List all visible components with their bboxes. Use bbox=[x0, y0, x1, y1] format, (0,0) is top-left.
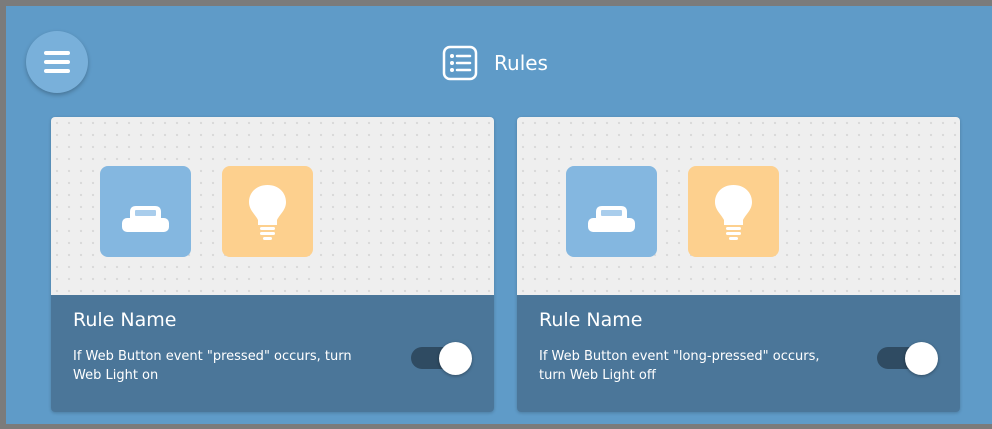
web-button-icon bbox=[122, 206, 169, 232]
action-tile bbox=[688, 166, 779, 257]
trigger-tile bbox=[100, 166, 191, 257]
action-tile bbox=[222, 166, 313, 257]
rule-enabled-toggle[interactable] bbox=[877, 342, 939, 375]
rule-card[interactable]: Rule Name If Web Button event "pressed" … bbox=[51, 117, 494, 412]
page-title: Rules bbox=[494, 51, 548, 75]
rule-info: Rule Name If Web Button event "pressed" … bbox=[51, 295, 494, 412]
list-icon bbox=[442, 45, 478, 81]
rule-card[interactable]: Rule Name If Web Button event "long-pres… bbox=[517, 117, 960, 412]
rule-enabled-toggle[interactable] bbox=[411, 342, 473, 375]
toggle-knob bbox=[439, 342, 472, 375]
rule-name: Rule Name bbox=[539, 309, 643, 331]
toggle-knob bbox=[905, 342, 938, 375]
page-header: Rules bbox=[6, 44, 992, 82]
rule-canvas bbox=[51, 117, 494, 295]
rule-info: Rule Name If Web Button event "long-pres… bbox=[517, 295, 960, 412]
trigger-tile bbox=[566, 166, 657, 257]
rules-screen: Rules Rule Name If Web Button event "pre… bbox=[0, 0, 992, 429]
light-bulb-icon bbox=[249, 185, 286, 240]
rule-description: If Web Button event "pressed" occurs, tu… bbox=[73, 349, 352, 383]
light-bulb-icon bbox=[715, 185, 752, 240]
rule-description: If Web Button event "long-pressed" occur… bbox=[539, 349, 820, 383]
web-button-icon bbox=[588, 206, 635, 232]
rule-canvas bbox=[517, 117, 960, 295]
rule-name: Rule Name bbox=[73, 309, 177, 331]
